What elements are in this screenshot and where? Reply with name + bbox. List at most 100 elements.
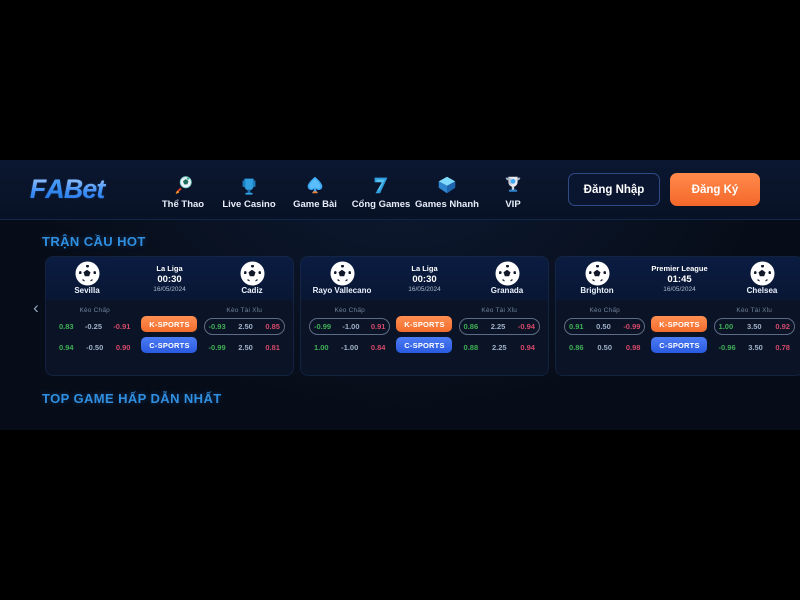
odds-value-line: 2.50	[238, 322, 253, 331]
k-sports-button[interactable]: K-SPORTS	[141, 316, 198, 332]
odds-row[interactable]: -0.99 2.50 0.81	[204, 339, 285, 356]
nav-item-game-bai[interactable]: Game Bài	[282, 170, 348, 210]
odds-row[interactable]: 1.00 -1.00 0.84	[309, 339, 390, 356]
odds-row[interactable]: 0.91 0.50 -0.99	[564, 318, 646, 335]
match-card[interactable]: Sevilla La Liga 00:30 16/05/2024 Cadiz K…	[46, 257, 293, 375]
odds-value-under: 0.78	[775, 343, 790, 352]
odds-row[interactable]: 0.88 2.25 0.94	[459, 339, 540, 356]
away-team-name: Chelsea	[746, 285, 778, 295]
odds-value-under: -0.94	[517, 322, 535, 331]
handicap-column: Kèo Chấp 0.91 0.50 -0.99 0.86 0.50 0.98	[564, 307, 646, 360]
away-team: Chelsea	[727, 262, 797, 295]
odds-row[interactable]: 0.86 0.50 0.98	[564, 339, 645, 356]
k-sports-button[interactable]: K-SPORTS	[651, 316, 708, 332]
c-sports-button[interactable]: C-SPORTS	[396, 337, 453, 353]
away-team: Cadiz	[217, 262, 287, 295]
match-card[interactable]: Brighton Premier League 01:45 16/05/2024…	[556, 257, 800, 375]
match-date: 16/05/2024	[663, 286, 696, 293]
odds-value-under: 0.94	[520, 343, 535, 352]
away-team-name: Granada	[490, 285, 524, 295]
gem-box-icon	[438, 176, 456, 193]
odds-row[interactable]: -0.93 2.50 0.85	[203, 318, 285, 335]
odds-value-line: -0.50	[86, 343, 104, 352]
odds-row[interactable]: 1.00 3.50 0.92	[713, 318, 795, 335]
odds-value-over: -0.96	[718, 343, 736, 352]
odds-value-under: 0.85	[265, 322, 280, 331]
hot-matches-carousel: ‹ Sevilla La Liga 00:30 16/05/2024 Cadiz…	[0, 257, 800, 375]
nav-item-games-nhanh[interactable]: Games Nhanh	[414, 170, 480, 210]
match-time: 00:30	[412, 274, 437, 285]
match-card-odds: Kèo Chấp -0.99 -1.00 0.91 1.00 -1.00 0.8…	[301, 300, 548, 375]
home-team-name: Brighton	[580, 285, 614, 295]
match-card-header: Sevilla La Liga 00:30 16/05/2024 Cadiz	[46, 257, 293, 300]
casino-chair-icon	[242, 178, 256, 195]
odds-value-away: 0.98	[625, 343, 641, 352]
odds-value-under: 0.81	[265, 343, 280, 352]
over-under-column: Kèo Tài Xỉu 0.86 2.25 -0.94 0.88 2.25 0.…	[458, 307, 540, 360]
odds-value-line: 3.50	[748, 343, 763, 352]
nav-label-game-bai: Cổng Games	[351, 198, 411, 210]
over-under-column: Kèo Tài Xỉu 1.00 3.50 0.92 -0.96 3.50 0.…	[713, 307, 795, 360]
odds-value-line: 2.50	[238, 343, 253, 352]
match-date: 16/05/2024	[153, 286, 186, 293]
home-team: Sevilla	[52, 262, 122, 295]
football-icon	[76, 262, 98, 284]
match-card[interactable]: Rayo Vallecano La Liga 00:30 16/05/2024 …	[301, 257, 548, 375]
odds-row[interactable]: 0.83 -0.25 -0.91	[54, 318, 135, 335]
odds-value-over: 1.00	[718, 322, 734, 331]
match-card-header: Brighton Premier League 01:45 16/05/2024…	[556, 257, 800, 300]
away-team: Granada	[472, 262, 542, 295]
nav-item-the-thao[interactable]: Thể Thao	[150, 170, 216, 210]
odds-value-line: 2.25	[490, 322, 506, 331]
football-icon	[586, 262, 608, 284]
odds-value-line: 0.50	[597, 343, 613, 352]
nav-label-cong-games: Game Bài	[293, 198, 337, 210]
nav-item-live-casino[interactable]: Live Casino	[216, 170, 282, 210]
handicap-column: Kèo Chấp 0.83 -0.25 -0.91 0.94 -0.50 0.9…	[54, 307, 135, 360]
c-sports-button[interactable]: C-SPORTS	[651, 337, 708, 353]
nav-item-cong-games[interactable]: Cổng Games	[348, 170, 414, 210]
match-meta: Premier League 01:45 16/05/2024	[632, 264, 727, 293]
over-under-label: Kèo Tài Xỉu	[481, 307, 518, 314]
letterbox-top	[0, 0, 800, 160]
odds-value-over: -0.99	[208, 343, 226, 352]
nav-label-live-casino: Live Casino	[222, 198, 276, 210]
odds-value-away: 0.91	[370, 322, 386, 331]
over-under-label: Kèo Tài Xỉu	[226, 307, 263, 314]
home-team-name: Rayo Vallecano	[312, 285, 372, 295]
login-button[interactable]: Đăng Nhập	[568, 173, 660, 206]
odds-value-home: 0.94	[59, 343, 74, 352]
odds-value-home: 1.00	[314, 343, 329, 352]
handicap-label: Kèo Chấp	[79, 307, 110, 314]
register-button[interactable]: Đăng Ký	[670, 173, 760, 206]
odds-value-under: 0.92	[775, 322, 790, 331]
odds-value-away: -0.91	[113, 322, 131, 331]
football-icon	[331, 262, 353, 284]
odds-row[interactable]: -0.96 3.50 0.78	[714, 339, 795, 356]
match-time: 01:45	[667, 274, 692, 285]
league-name: La Liga	[156, 264, 183, 273]
screenshot-root: F A Bet Thể Thao Live Casino Game Bài Cổ…	[0, 0, 800, 600]
odds-value-line: -1.00	[341, 343, 359, 352]
match-meta: La Liga 00:30 16/05/2024	[122, 264, 217, 293]
football-icon	[496, 262, 518, 284]
hot-matches-title: TRẬN CẦU HOT	[42, 234, 146, 249]
league-name: La Liga	[411, 264, 438, 273]
lucky-seven-icon	[374, 177, 388, 193]
odds-value-line: 0.50	[596, 322, 611, 331]
k-sports-button[interactable]: K-SPORTS	[396, 316, 453, 332]
odds-row[interactable]: -0.99 -1.00 0.91	[309, 318, 391, 335]
site-logo[interactable]: F A Bet	[12, 170, 122, 210]
nav-label-vip: VIP	[505, 198, 521, 210]
site-header: F A Bet Thể Thao Live Casino Game Bài Cổ…	[0, 160, 800, 220]
carousel-prev-arrow-icon[interactable]: ‹	[28, 297, 44, 319]
nav-label-the-thao: Thể Thao	[161, 198, 205, 210]
odds-value-line: 2.25	[491, 343, 507, 352]
match-card-odds: Kèo Chấp 0.91 0.50 -0.99 0.86 0.50 0.98	[556, 300, 800, 375]
odds-value-home: -0.99	[314, 322, 332, 331]
odds-value-away: 0.90	[115, 343, 131, 352]
c-sports-button[interactable]: C-SPORTS	[141, 337, 198, 353]
odds-row[interactable]: 0.86 2.25 -0.94	[458, 318, 540, 335]
odds-row[interactable]: 0.94 -0.50 0.90	[54, 339, 135, 356]
nav-item-vip[interactable]: VIP	[480, 170, 546, 210]
